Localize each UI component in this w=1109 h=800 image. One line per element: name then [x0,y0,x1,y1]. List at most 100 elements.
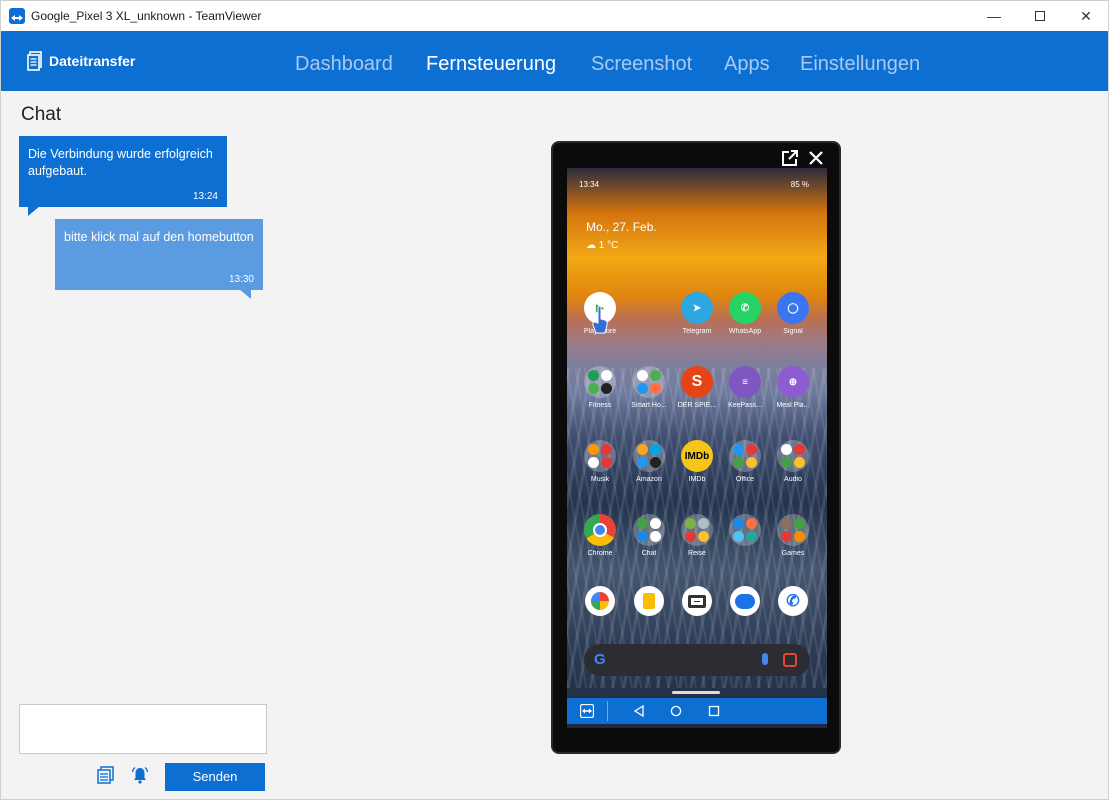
folder-icon [681,514,713,546]
app-photos[interactable] [576,586,624,616]
file-transfer-chat-icon[interactable] [97,766,115,784]
maximize-icon [1035,11,1045,21]
telegram-icon: ➤ [681,292,713,324]
folder-amazon[interactable]: Amazon [625,440,673,483]
home-icon[interactable] [670,705,682,717]
chat-message-time: 13:30 [228,274,254,285]
app-camera[interactable] [673,586,721,616]
app-meal-planner[interactable]: ⊕ Meal Pla... [769,366,817,409]
folder-fitness[interactable]: Fitness [576,366,624,409]
folder-icon [729,514,761,546]
status-time: 13:34 [579,180,600,189]
folder-games[interactable]: Games [769,514,817,557]
mic-icon[interactable] [762,653,768,665]
home-indicator [672,691,720,694]
maximize-button[interactable] [1017,1,1063,31]
folder-audio[interactable]: Audio [769,440,817,483]
tab-einstellungen[interactable]: Einstellungen [800,53,920,76]
app-messages[interactable] [721,586,769,616]
folder-unnamed[interactable] [721,514,769,550]
app-keep[interactable] [625,586,673,616]
file-transfer-icon [27,51,42,71]
app-whatsapp[interactable]: ✆ WhatsApp [721,292,769,335]
folder-office[interactable]: Office [721,440,769,483]
window-title: Google_Pixel 3 XL_unknown - TeamViewer [31,9,262,23]
app-label: Fitness [588,402,612,409]
bell-icon[interactable] [131,766,149,784]
app-keepass[interactable]: ≡ KeePass... [721,366,769,409]
folder-icon [633,366,665,398]
app-label: Meal Pla... [776,402,810,409]
temperature: 1 °C [598,240,619,251]
app-imdb[interactable]: IMDb IMDb [673,440,721,483]
app-label: Chrome [587,550,613,557]
close-icon[interactable] [807,149,825,167]
signal-icon: ◯ [777,292,809,324]
minimize-button[interactable]: — [971,1,1017,31]
app-signal[interactable]: ◯ Signal [769,292,817,335]
app-label: Reise [688,550,706,557]
folder-reise[interactable]: Reise [673,514,721,557]
app-label: Games [781,550,805,557]
chrome-icon [584,514,616,546]
app-label: Musik [590,476,610,483]
phone-icon: ✆ [778,586,808,616]
recents-icon[interactable] [708,705,720,717]
popout-icon[interactable] [781,149,799,167]
tab-fernsteuerung[interactable]: Fernsteuerung [426,53,556,76]
home-date: Mo., 27. Feb. [586,220,657,234]
app-phone[interactable]: ✆ [769,586,817,616]
google-search-bar[interactable]: G [584,644,810,676]
app-der-spiegel[interactable]: S DER SPIE... [673,366,721,409]
tab-dashboard[interactable]: Dashboard [295,53,393,76]
battery-level: 85 % [790,180,809,189]
teamviewer-phone-navbar [567,698,827,724]
send-button[interactable]: Senden [165,763,265,791]
folder-icon [584,366,616,398]
app-label: Smart Ho... [631,402,667,409]
folder-smart-home[interactable]: Smart Ho... [625,366,673,409]
chat-message-text: Die Verbindung wurde erfolgreich aufgeba… [28,147,213,178]
tab-apps[interactable]: Apps [724,53,770,76]
chat-title: Chat [21,104,62,125]
app-chrome[interactable]: Chrome [576,514,624,557]
tab-screenshot[interactable]: Screenshot [591,53,692,76]
navbar-divider [607,701,608,721]
folder-chat[interactable]: Chat [625,514,673,557]
bubble-tail [239,289,251,299]
folder-musik[interactable]: Musik [576,440,624,483]
main-nav: Dateitransfer Dashboard Fernsteuerung Sc… [1,31,1108,91]
app-label: Amazon [636,476,662,483]
hand-cursor-icon [592,305,608,334]
teamviewer-window: Google_Pixel 3 XL_unknown - TeamViewer —… [0,0,1109,800]
app-label: Audio [784,476,802,483]
folder-icon [584,440,616,472]
camera-icon [682,586,712,616]
back-icon[interactable] [633,705,645,717]
lens-icon[interactable] [783,653,797,667]
remote-phone-frame: 13:34 85 % Mo., 27. Feb. ☁ 1 °C ▶ Play S… [551,141,841,754]
close-button[interactable]: ✕ [1063,1,1109,31]
teamviewer-logo-icon [9,8,25,24]
app-label: WhatsApp [728,328,762,335]
messages-icon [730,586,760,616]
folder-icon [777,514,809,546]
app-label: Signal [783,328,803,335]
teamviewer-icon[interactable] [580,704,594,718]
spiegel-icon: S [681,366,713,398]
app-telegram[interactable]: ➤ Telegram [673,292,721,335]
google-icon: G [594,651,606,668]
app-label: Office [735,476,755,483]
folder-icon [777,440,809,472]
meal-planner-icon: ⊕ [777,366,809,398]
chat-message-text: bitte klick mal auf den homebutton [64,230,254,244]
close-icon: ✕ [1080,7,1092,24]
bubble-tail [28,206,40,216]
minimize-icon: — [987,8,1001,24]
chat-message-time: 13:24 [192,191,218,202]
phone-screen[interactable]: 13:34 85 % Mo., 27. Feb. ☁ 1 °C ▶ Play S… [567,168,827,728]
app-label: KeePass... [728,402,762,409]
photos-icon [585,586,615,616]
chat-input[interactable] [19,704,267,754]
file-transfer-button[interactable]: Dateitransfer [27,51,135,71]
